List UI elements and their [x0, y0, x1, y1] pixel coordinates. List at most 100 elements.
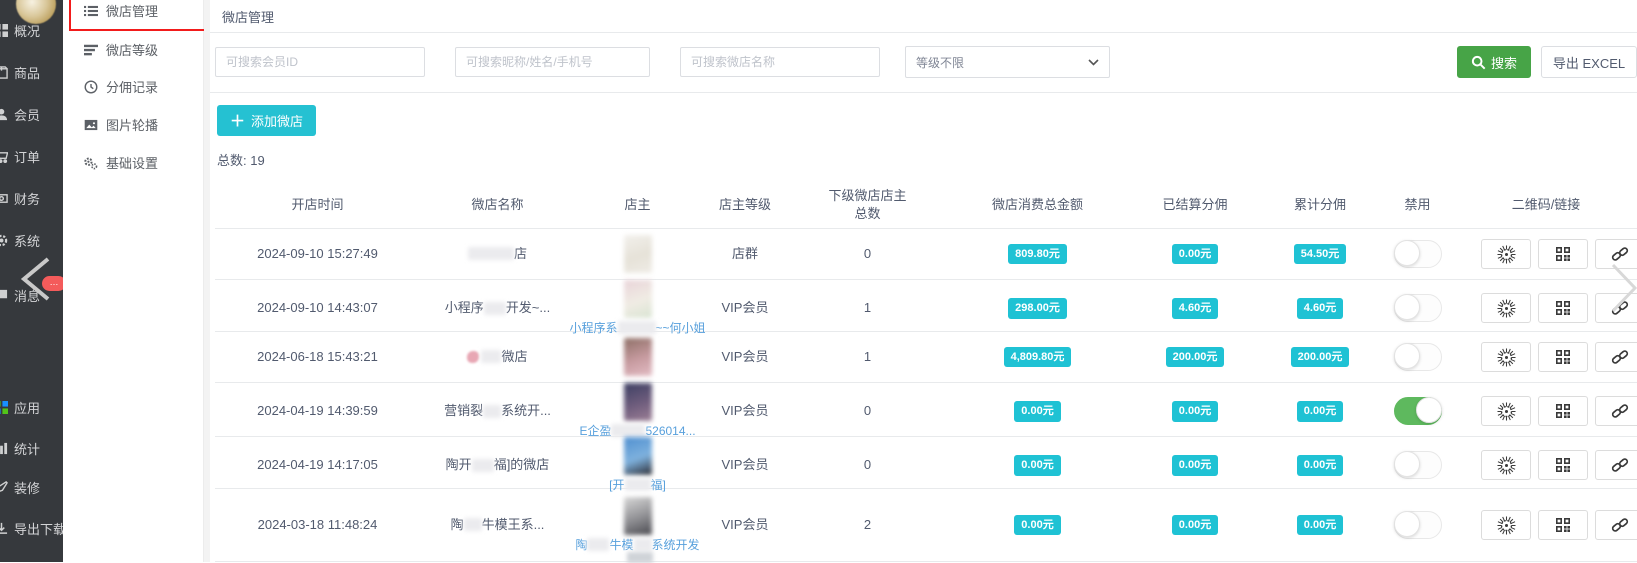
- store-owner-avatar[interactable]: [624, 338, 652, 376]
- store-owner-nickname-link[interactable]: 小程序系~~何小姐: [569, 320, 705, 336]
- sidebar-item-8[interactable]: 应用: [0, 398, 63, 416]
- cell-store-owner: [575, 235, 700, 273]
- miniprogram-code-button[interactable]: [1481, 510, 1531, 540]
- text-fragment: 福]: [651, 478, 666, 492]
- store-owner-avatar[interactable]: [624, 280, 652, 318]
- submenu-item-1[interactable]: 微店管理: [63, 2, 203, 19]
- miniprogram-code-button[interactable]: [1481, 239, 1531, 269]
- text-fragment: 开发~...: [506, 299, 550, 317]
- cell-store-owner: [开福]: [575, 437, 700, 493]
- column-header: 已结算分佣: [1130, 196, 1260, 214]
- cell-owner-level: VIP会员: [700, 348, 790, 366]
- disable-toggle[interactable]: [1394, 240, 1442, 268]
- text-fragment: 陶: [575, 538, 587, 552]
- total-label: 总数:: [217, 153, 247, 168]
- store-owner-nickname-link[interactable]: 陶牛模系统开发: [575, 537, 699, 553]
- disable-toggle[interactable]: [1394, 343, 1442, 371]
- total-amount-badge: 0.00元: [1014, 515, 1060, 536]
- column-header: 微店消费总金额: [945, 196, 1130, 214]
- disable-toggle[interactable]: [1394, 294, 1442, 322]
- sidebar-item-4[interactable]: 订单: [0, 147, 63, 165]
- sidebar-item-9[interactable]: 统计: [0, 439, 63, 457]
- miniprogram-code-button[interactable]: [1481, 396, 1531, 426]
- link-button[interactable]: [1595, 510, 1637, 540]
- submenu-item-4[interactable]: 图片轮播: [63, 116, 203, 133]
- qrcode-button[interactable]: [1538, 510, 1588, 540]
- cell-total-amount: 0.00元: [945, 401, 1130, 422]
- link-button[interactable]: [1595, 342, 1637, 372]
- submenu-item-2[interactable]: 微店等级: [63, 41, 203, 58]
- qrcode-button[interactable]: [1538, 239, 1588, 269]
- cell-total-amount: 4,809.80元: [945, 347, 1130, 368]
- total-amount-badge: 0.00元: [1014, 455, 1060, 476]
- cell-disable: [1380, 397, 1455, 425]
- add-store-button[interactable]: ＋ 添加微店: [217, 105, 316, 136]
- member-id-input[interactable]: [215, 47, 425, 77]
- link-button[interactable]: [1595, 396, 1637, 426]
- cell-sub-store-count: 0: [790, 245, 945, 263]
- qrcode-button[interactable]: [1538, 342, 1588, 372]
- store-owner-avatar[interactable]: [624, 383, 652, 421]
- miniprogram-code-button[interactable]: [1481, 450, 1531, 480]
- nickname-input[interactable]: [455, 47, 650, 77]
- image-icon: [83, 117, 98, 132]
- text-fragment: 营销裂: [444, 402, 483, 420]
- search-icon: [1471, 55, 1486, 70]
- text-fragment: 小程序系: [569, 321, 617, 335]
- search-button[interactable]: 搜索: [1457, 46, 1531, 78]
- qrcode-button[interactable]: [1538, 293, 1588, 323]
- store-name-input[interactable]: [680, 47, 880, 77]
- members-icon: [0, 107, 9, 122]
- qr-icon: [1555, 300, 1571, 316]
- link-button[interactable]: [1595, 450, 1637, 480]
- finance-icon: [0, 191, 9, 206]
- submenu-item-5[interactable]: 基础设置: [63, 154, 203, 171]
- total-amount-badge: 0.00元: [1014, 401, 1060, 422]
- download-icon: [0, 521, 9, 536]
- store-owner-avatar[interactable]: [624, 437, 652, 475]
- submenu-item-3[interactable]: 分佣记录: [63, 78, 203, 95]
- level-select[interactable]: 等级不限: [905, 46, 1110, 78]
- toggle-knob: [1394, 294, 1420, 320]
- apps-icon: [0, 400, 9, 415]
- settled-commission-badge: 4.60元: [1172, 298, 1218, 319]
- levels-icon: [83, 42, 98, 57]
- decorate-icon: [0, 480, 9, 495]
- export-excel-button[interactable]: 导出 EXCEL: [1541, 46, 1637, 78]
- cell-owner-level: VIP会员: [700, 402, 790, 420]
- cell-qrcode-links: [1455, 510, 1637, 540]
- disable-toggle[interactable]: [1394, 451, 1442, 479]
- store-owner-avatar[interactable]: [624, 235, 652, 273]
- sidebar-item-1[interactable]: 概况: [0, 21, 63, 39]
- sidebar-item-11[interactable]: 导出下载: [0, 519, 63, 537]
- disable-toggle[interactable]: [1394, 511, 1442, 539]
- cell-owner-level: VIP会员: [700, 456, 790, 474]
- cell-store-name: 陶开福]的微店: [420, 456, 575, 474]
- goods-icon: [0, 65, 9, 80]
- cell-qrcode-links: [1455, 342, 1637, 372]
- cell-disable: [1380, 240, 1455, 268]
- sidebar-item-10[interactable]: 装修: [0, 478, 63, 496]
- sidebar-item-3[interactable]: 会员: [0, 105, 63, 123]
- cell-open-time: 2024-06-18 15:43:21: [215, 348, 420, 366]
- message-count-badge: …: [42, 276, 63, 291]
- sidebar-item-6[interactable]: 系统: [0, 231, 63, 249]
- qrcode-button[interactable]: [1538, 450, 1588, 480]
- qrcode-button[interactable]: [1538, 396, 1588, 426]
- cell-sub-store-count: 0: [790, 456, 945, 474]
- link-icon: [1611, 516, 1629, 534]
- total-amount-badge: 4,809.80元: [1004, 347, 1072, 368]
- miniprogram-code-button[interactable]: [1481, 342, 1531, 372]
- toggle-knob: [1394, 343, 1420, 369]
- sidebar-item-5[interactable]: 财务: [0, 189, 63, 207]
- redacted-blur: [618, 321, 656, 334]
- miniprogram-code-button[interactable]: [1481, 293, 1531, 323]
- cell-accumulated-commission: 200.00元: [1260, 347, 1380, 368]
- settled-commission-badge: 0.00元: [1172, 401, 1218, 422]
- store-owner-nickname-link[interactable]: [开福]: [609, 477, 666, 493]
- disable-toggle[interactable]: [1394, 397, 1442, 425]
- store-owner-avatar[interactable]: [624, 497, 652, 535]
- cell-accumulated-commission: 4.60元: [1260, 298, 1380, 319]
- table-row: 2024-03-18 11:48:24陶牛模王系...陶牛模系统开发VIP会员2…: [215, 489, 1637, 562]
- sidebar-item-2[interactable]: 商品: [0, 63, 63, 81]
